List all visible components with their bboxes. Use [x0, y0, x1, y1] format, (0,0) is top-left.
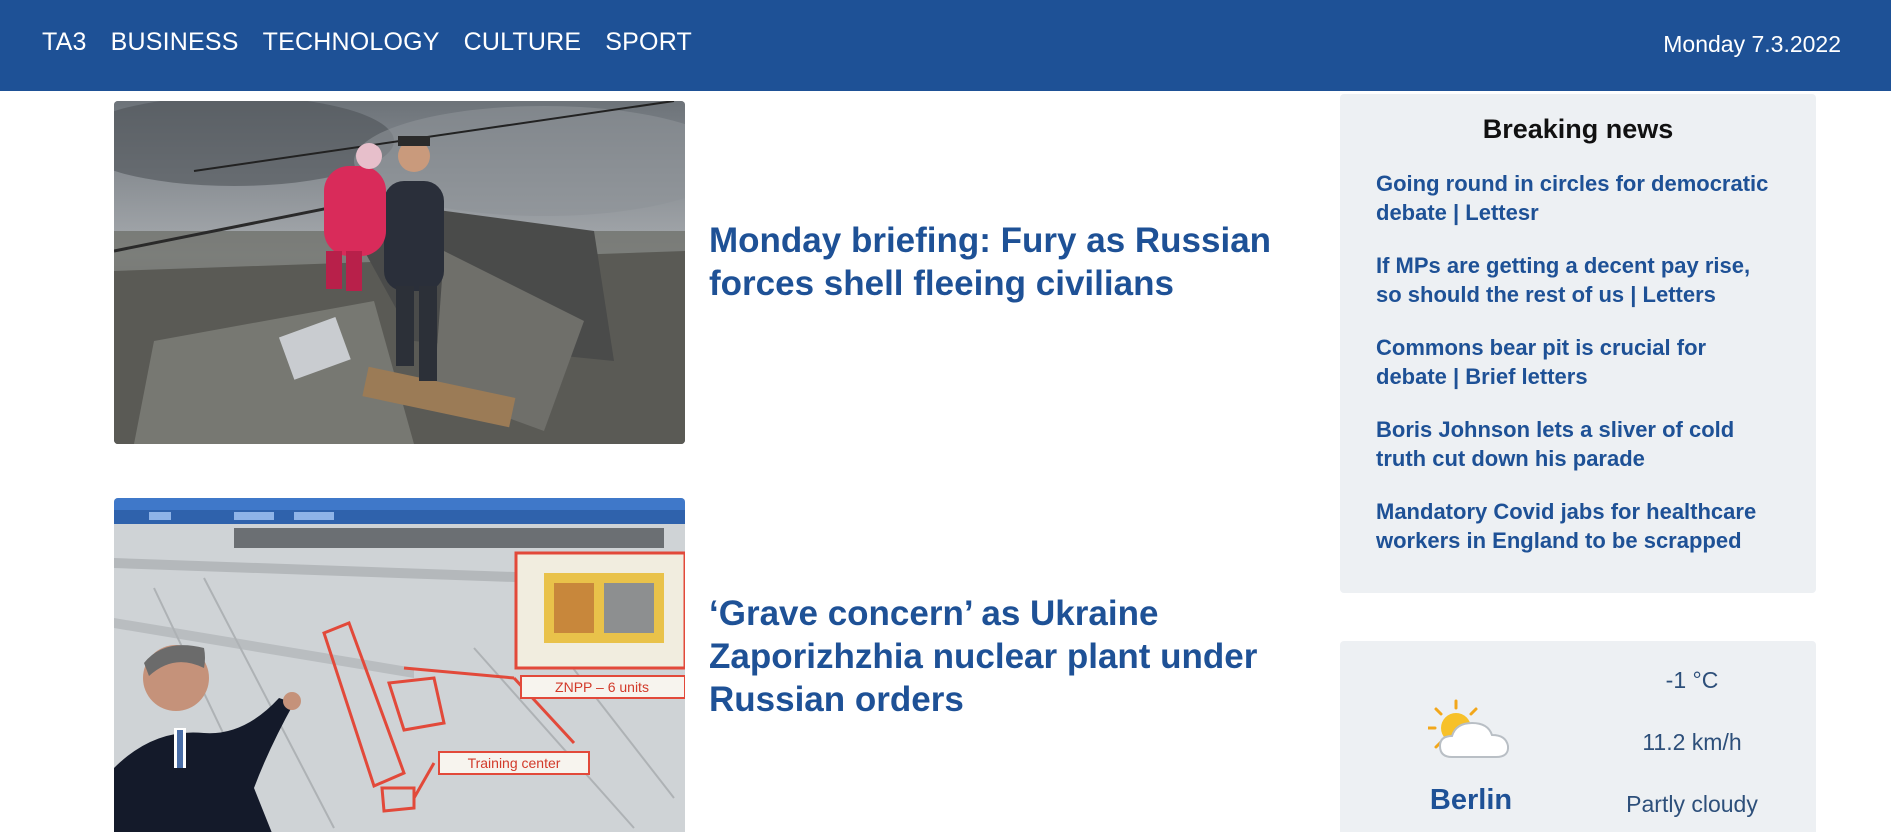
nav-item-culture[interactable]: CULTURE [464, 28, 582, 57]
main-nav: TA3 BUSINESS TECHNOLOGY CULTURE SPORT [42, 28, 692, 57]
breaking-news-link[interactable]: Boris Johnson lets a sliver of cold trut… [1376, 415, 1780, 473]
top-navigation-bar: TA3 BUSINESS TECHNOLOGY CULTURE SPORT Mo… [0, 0, 1891, 91]
breaking-news-panel: Breaking news Going round in circles for… [1340, 94, 1816, 593]
breaking-news-link[interactable]: Mandatory Covid jabs for healthcare work… [1376, 497, 1780, 555]
article-headline[interactable]: ‘Grave concern’ as Ukraine Zaporizhzhia … [709, 592, 1289, 721]
breaking-news-link[interactable]: Going round in circles for democratic de… [1376, 169, 1780, 227]
nav-item-ta3[interactable]: TA3 [42, 28, 87, 57]
weather-condition: Partly cloudy [1626, 791, 1758, 817]
map-label-training: Training center [468, 755, 561, 771]
article-card: ZNPP – 6 units Training center ‘Grave co… [114, 498, 1257, 832]
weather-widget: Berlin -1 °C 11.2 km/h Partly cloudy [1340, 641, 1816, 832]
map-label-units: ZNPP – 6 units [555, 679, 649, 695]
current-date: Monday 7.3.2022 [1663, 31, 1841, 57]
nav-item-sport[interactable]: SPORT [605, 28, 692, 57]
article-image[interactable] [114, 101, 685, 444]
article-card: Monday briefing: Fury as Russian forces … [114, 101, 1271, 444]
breaking-news-link[interactable]: If MPs are getting a decent pay rise, so… [1376, 251, 1780, 309]
nuclear-plant-map-photo: ZNPP – 6 units Training center [114, 498, 685, 832]
weather-temperature: -1 °C [1665, 667, 1719, 693]
weather-wind-speed: 11.2 km/h [1642, 729, 1742, 755]
weather-city: Berlin [1429, 784, 1513, 816]
nav-item-technology[interactable]: TECHNOLOGY [263, 28, 440, 57]
breaking-news-heading: Breaking news [1482, 114, 1674, 144]
nav-item-business[interactable]: BUSINESS [111, 28, 239, 57]
article-headline[interactable]: Monday briefing: Fury as Russian forces … [709, 219, 1289, 305]
breaking-news-link[interactable]: Commons bear pit is crucial for debate |… [1376, 333, 1780, 391]
article-image[interactable]: ZNPP – 6 units Training center [114, 498, 685, 832]
partly-cloudy-icon [1428, 699, 1510, 758]
bridge-photo [114, 101, 685, 444]
